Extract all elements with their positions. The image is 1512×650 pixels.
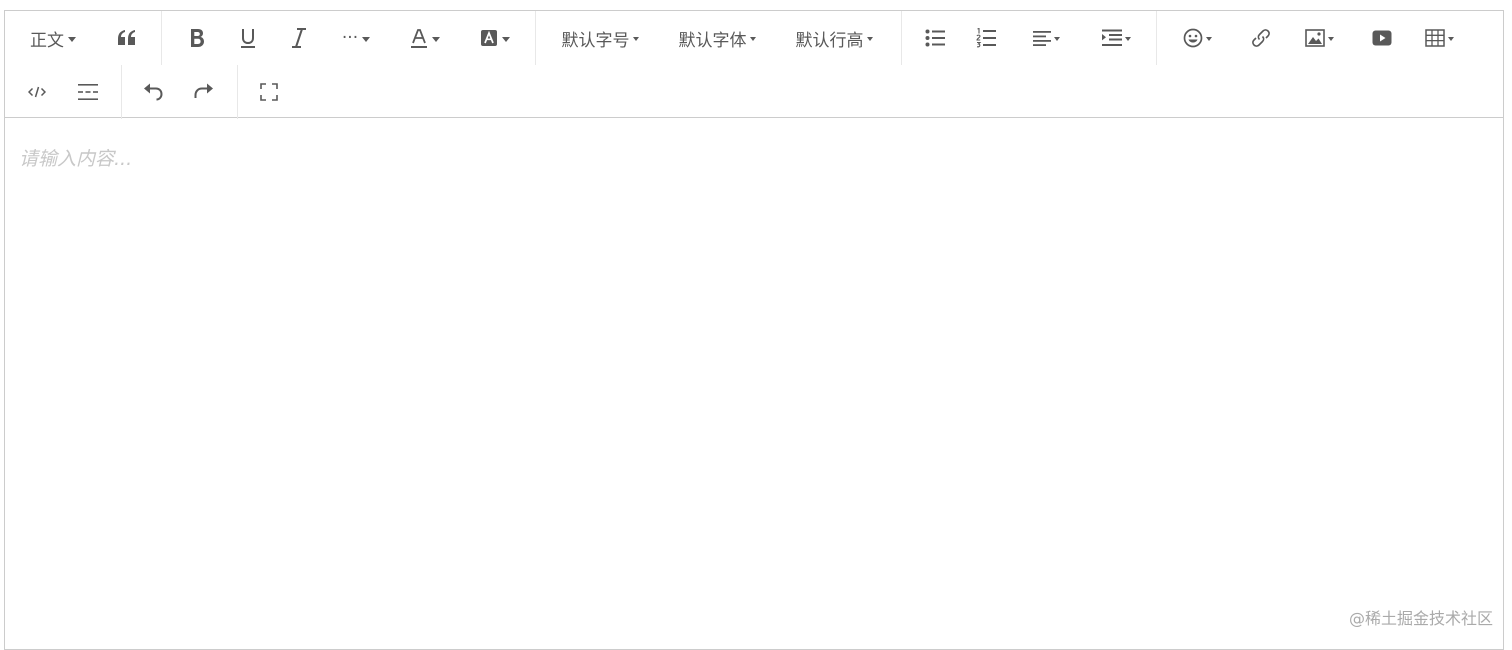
line-height-label: 默认行高 xyxy=(795,30,864,51)
font-family-label: 默认字体 xyxy=(678,30,747,51)
background-color-button[interactable] xyxy=(475,19,515,57)
bulleted-list-button[interactable] xyxy=(919,19,951,57)
emotion-button[interactable] xyxy=(1175,19,1219,57)
table-button[interactable] xyxy=(1417,19,1461,57)
emotion-icon xyxy=(1183,28,1203,48)
justify-icon xyxy=(1032,30,1051,46)
chevron-down-icon xyxy=(1327,37,1334,41)
blockquote-icon xyxy=(117,29,137,47)
image-button[interactable] xyxy=(1297,19,1341,57)
table-icon xyxy=(1424,29,1445,47)
font-color-button[interactable] xyxy=(405,19,445,57)
indent-icon xyxy=(1101,29,1122,47)
bold-button[interactable] xyxy=(181,19,213,57)
chevron-down-icon xyxy=(68,36,76,42)
toolbar-divider xyxy=(901,11,902,65)
divider-button[interactable] xyxy=(72,73,104,111)
font-family-select[interactable]: 默认字体 xyxy=(674,19,760,57)
underline-icon xyxy=(240,28,256,48)
toolbar-row-2 xyxy=(5,65,1503,119)
toolbar-divider xyxy=(535,11,536,65)
redo-icon xyxy=(194,82,214,102)
font-color-icon xyxy=(410,28,428,48)
undo-icon xyxy=(143,82,163,102)
code-block-icon xyxy=(28,86,46,98)
font-size-select[interactable]: 默认字号 xyxy=(557,19,643,57)
editor-content-area[interactable]: 请输入内容... @稀土掘金技术社区 xyxy=(5,118,1503,649)
bulleted-list-icon xyxy=(925,29,945,47)
toolbar-divider xyxy=(161,11,162,65)
heading-select[interactable]: 正文 xyxy=(21,19,85,57)
chevron-down-icon xyxy=(1447,37,1454,41)
toolbar-row-1: 正文 ··· 默认字号 默认字体 默认行高 xyxy=(5,11,1503,65)
editor-toolbar: 正文 ··· 默认字号 默认字体 默认行高 xyxy=(5,11,1503,119)
underline-button[interactable] xyxy=(232,19,264,57)
chevron-down-icon xyxy=(1124,37,1131,41)
bold-icon xyxy=(189,28,205,48)
blockquote-button[interactable] xyxy=(111,19,143,57)
chevron-down-icon xyxy=(632,37,639,41)
chevron-down-icon xyxy=(1053,37,1060,41)
chevron-down-icon xyxy=(432,36,440,42)
toolbar-divider xyxy=(121,65,122,119)
chevron-down-icon xyxy=(866,37,873,41)
code-block-button[interactable] xyxy=(21,73,53,111)
video-button[interactable] xyxy=(1366,19,1398,57)
rich-text-editor: 正文 ··· 默认字号 默认字体 默认行高 请输入内容... @稀土掘金技术社区 xyxy=(4,10,1504,650)
image-icon xyxy=(1304,29,1325,47)
italic-button[interactable] xyxy=(283,19,315,57)
justify-button[interactable] xyxy=(1025,19,1067,57)
font-size-label: 默认字号 xyxy=(561,30,630,51)
chevron-down-icon xyxy=(502,36,510,42)
chevron-down-icon xyxy=(749,37,756,41)
italic-icon xyxy=(291,28,307,48)
background-color-icon xyxy=(480,29,498,47)
link-button[interactable] xyxy=(1245,19,1277,57)
fullscreen-button[interactable] xyxy=(253,73,285,111)
watermark: @稀土掘金技术社区 xyxy=(1348,609,1493,628)
more-style-button[interactable]: ··· xyxy=(335,19,377,57)
numbered-list-button[interactable] xyxy=(970,19,1002,57)
heading-label: 正文 xyxy=(30,30,64,51)
fullscreen-icon xyxy=(260,83,278,101)
chevron-down-icon xyxy=(362,36,371,42)
toolbar-divider xyxy=(1156,11,1157,65)
divider-icon xyxy=(78,83,98,101)
video-icon xyxy=(1372,30,1392,46)
editor-placeholder: 请输入内容... xyxy=(19,148,133,170)
line-height-select[interactable]: 默认行高 xyxy=(791,19,877,57)
numbered-list-icon xyxy=(976,28,996,48)
undo-button[interactable] xyxy=(137,73,169,111)
toolbar-divider xyxy=(237,65,238,119)
redo-button[interactable] xyxy=(188,73,220,111)
indent-button[interactable] xyxy=(1095,19,1137,57)
link-icon xyxy=(1251,28,1271,48)
chevron-down-icon xyxy=(1205,37,1212,41)
more-icon: ··· xyxy=(341,28,359,48)
